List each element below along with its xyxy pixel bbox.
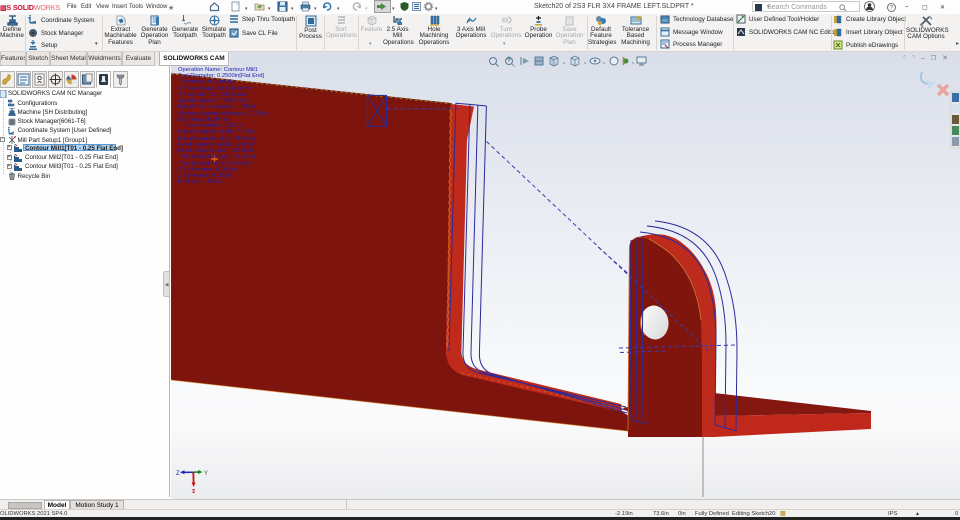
svg-text:Y: Y bbox=[204, 471, 208, 477]
svg-text:Z: Z bbox=[176, 471, 180, 477]
